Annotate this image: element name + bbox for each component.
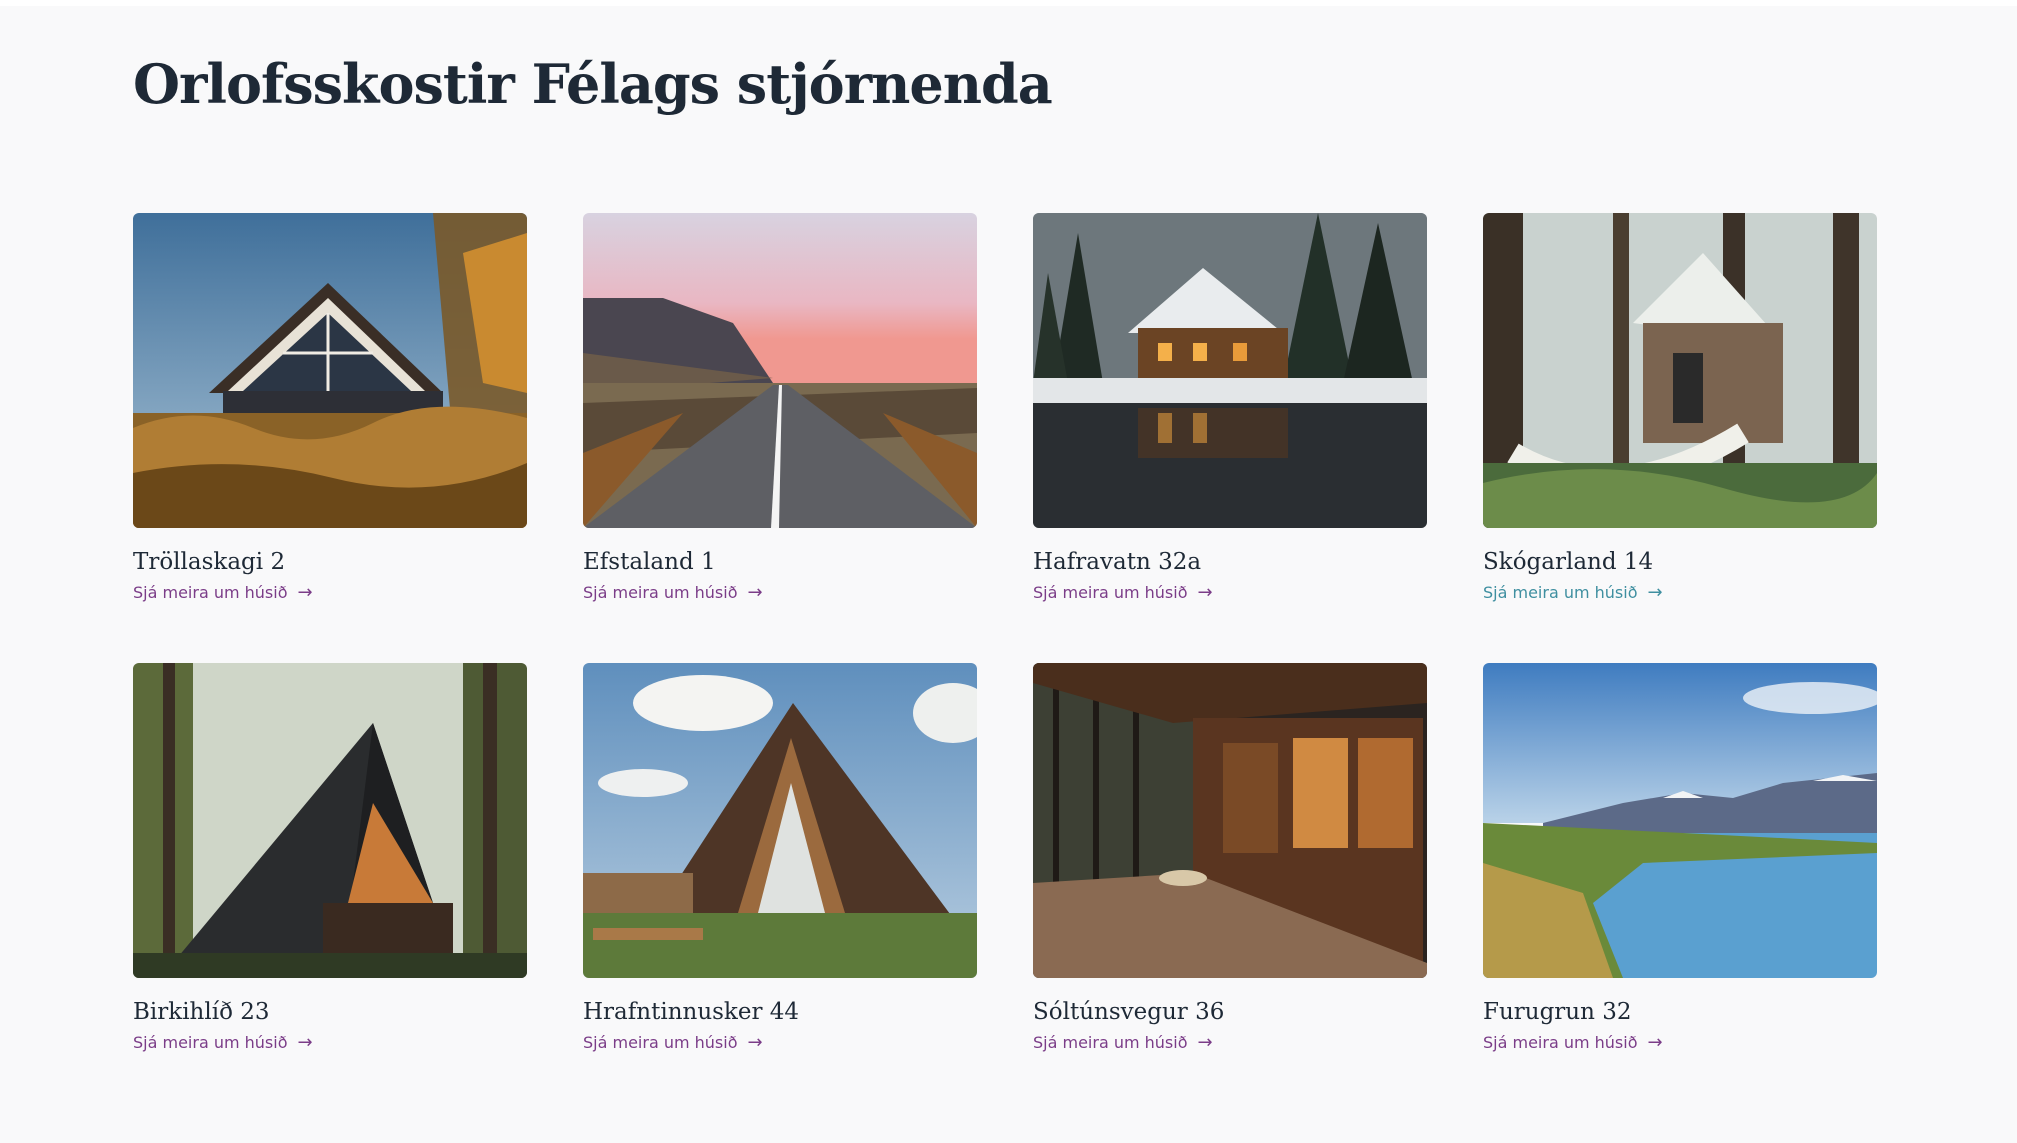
arrow-right-icon: → bbox=[1197, 581, 1213, 603]
house-photo[interactable] bbox=[133, 213, 527, 528]
a-frame-cabin-image bbox=[133, 213, 527, 528]
black-a-frame-image bbox=[133, 663, 527, 978]
see-more-link[interactable]: Sjá meira um húsið → bbox=[133, 583, 313, 602]
see-more-link[interactable]: Sjá meira um húsið → bbox=[583, 583, 763, 602]
see-more-link[interactable]: Sjá meira um húsið → bbox=[1033, 583, 1213, 602]
see-more-link[interactable]: Sjá meira um húsið → bbox=[583, 1033, 763, 1052]
arrow-right-icon: → bbox=[1647, 1031, 1663, 1053]
house-photo[interactable] bbox=[583, 213, 977, 528]
see-more-label: Sjá meira um húsið bbox=[1033, 1033, 1188, 1052]
house-photo[interactable] bbox=[1033, 213, 1427, 528]
house-photo[interactable] bbox=[1033, 663, 1427, 978]
house-name: Efstaland 1 bbox=[583, 549, 716, 575]
arrow-right-icon: → bbox=[297, 581, 313, 603]
house-card: Birkihlíð 23 Sjá meira um húsið → bbox=[133, 663, 527, 1056]
see-more-label: Sjá meira um húsið bbox=[133, 583, 288, 602]
house-name: Hrafntinnusker 44 bbox=[583, 999, 800, 1025]
house-name: Birkihlíð 23 bbox=[133, 999, 270, 1025]
page-title: Orlofsskostir Félags stjórnenda bbox=[133, 52, 1053, 116]
see-more-link[interactable]: Sjá meira um húsið → bbox=[133, 1033, 313, 1052]
hammock-cabin-image bbox=[1483, 213, 1877, 528]
arrow-right-icon: → bbox=[297, 1031, 313, 1053]
see-more-label: Sjá meira um húsið bbox=[1033, 583, 1188, 602]
see-more-link[interactable]: Sjá meira um húsið → bbox=[1033, 1033, 1213, 1052]
see-more-label: Sjá meira um húsið bbox=[133, 1033, 288, 1052]
house-card: Hafravatn 32a Sjá meira um húsið → bbox=[1033, 213, 1427, 606]
house-card: Furugrun 32 Sjá meira um húsið → bbox=[1483, 663, 1877, 1056]
arrow-right-icon: → bbox=[1197, 1031, 1213, 1053]
house-card: Efstaland 1 Sjá meira um húsið → bbox=[583, 213, 977, 606]
see-more-label: Sjá meira um húsið bbox=[1483, 583, 1638, 602]
house-name: Skógarland 14 bbox=[1483, 549, 1654, 575]
arrow-right-icon: → bbox=[747, 1031, 763, 1053]
see-more-label: Sjá meira um húsið bbox=[583, 1033, 738, 1052]
porch-cabin-image bbox=[1033, 663, 1427, 978]
house-photo[interactable] bbox=[133, 663, 527, 978]
house-name: Hafravatn 32a bbox=[1033, 549, 1202, 575]
house-card: Skógarland 14 Sjá meira um húsið → bbox=[1483, 213, 1877, 606]
see-more-link[interactable]: Sjá meira um húsið → bbox=[1483, 583, 1663, 602]
house-name: Sóltúnsvegur 36 bbox=[1033, 999, 1225, 1025]
arrow-right-icon: → bbox=[1647, 581, 1663, 603]
brown-a-frame-image bbox=[583, 663, 977, 978]
house-grid: Tröllaskagi 2 Sjá meira um húsið → Efsta… bbox=[133, 213, 1877, 1056]
house-name: Tröllaskagi 2 bbox=[133, 549, 286, 575]
see-more-label: Sjá meira um húsið bbox=[583, 583, 738, 602]
house-photo[interactable] bbox=[1483, 213, 1877, 528]
arrow-right-icon: → bbox=[747, 581, 763, 603]
house-card: Hrafntinnusker 44 Sjá meira um húsið → bbox=[583, 663, 977, 1056]
top-bar bbox=[0, 0, 2017, 6]
snow-cabin-lake-image bbox=[1033, 213, 1427, 528]
house-card: Tröllaskagi 2 Sjá meira um húsið → bbox=[133, 213, 527, 606]
house-card: Sóltúnsvegur 36 Sjá meira um húsið → bbox=[1033, 663, 1427, 1056]
house-name: Furugrun 32 bbox=[1483, 999, 1632, 1025]
see-more-label: Sjá meira um húsið bbox=[1483, 1033, 1638, 1052]
fjord-landscape-image bbox=[1483, 663, 1877, 978]
see-more-link[interactable]: Sjá meira um húsið → bbox=[1483, 1033, 1663, 1052]
road-sunset-image bbox=[583, 213, 977, 528]
house-photo[interactable] bbox=[1483, 663, 1877, 978]
house-photo[interactable] bbox=[583, 663, 977, 978]
